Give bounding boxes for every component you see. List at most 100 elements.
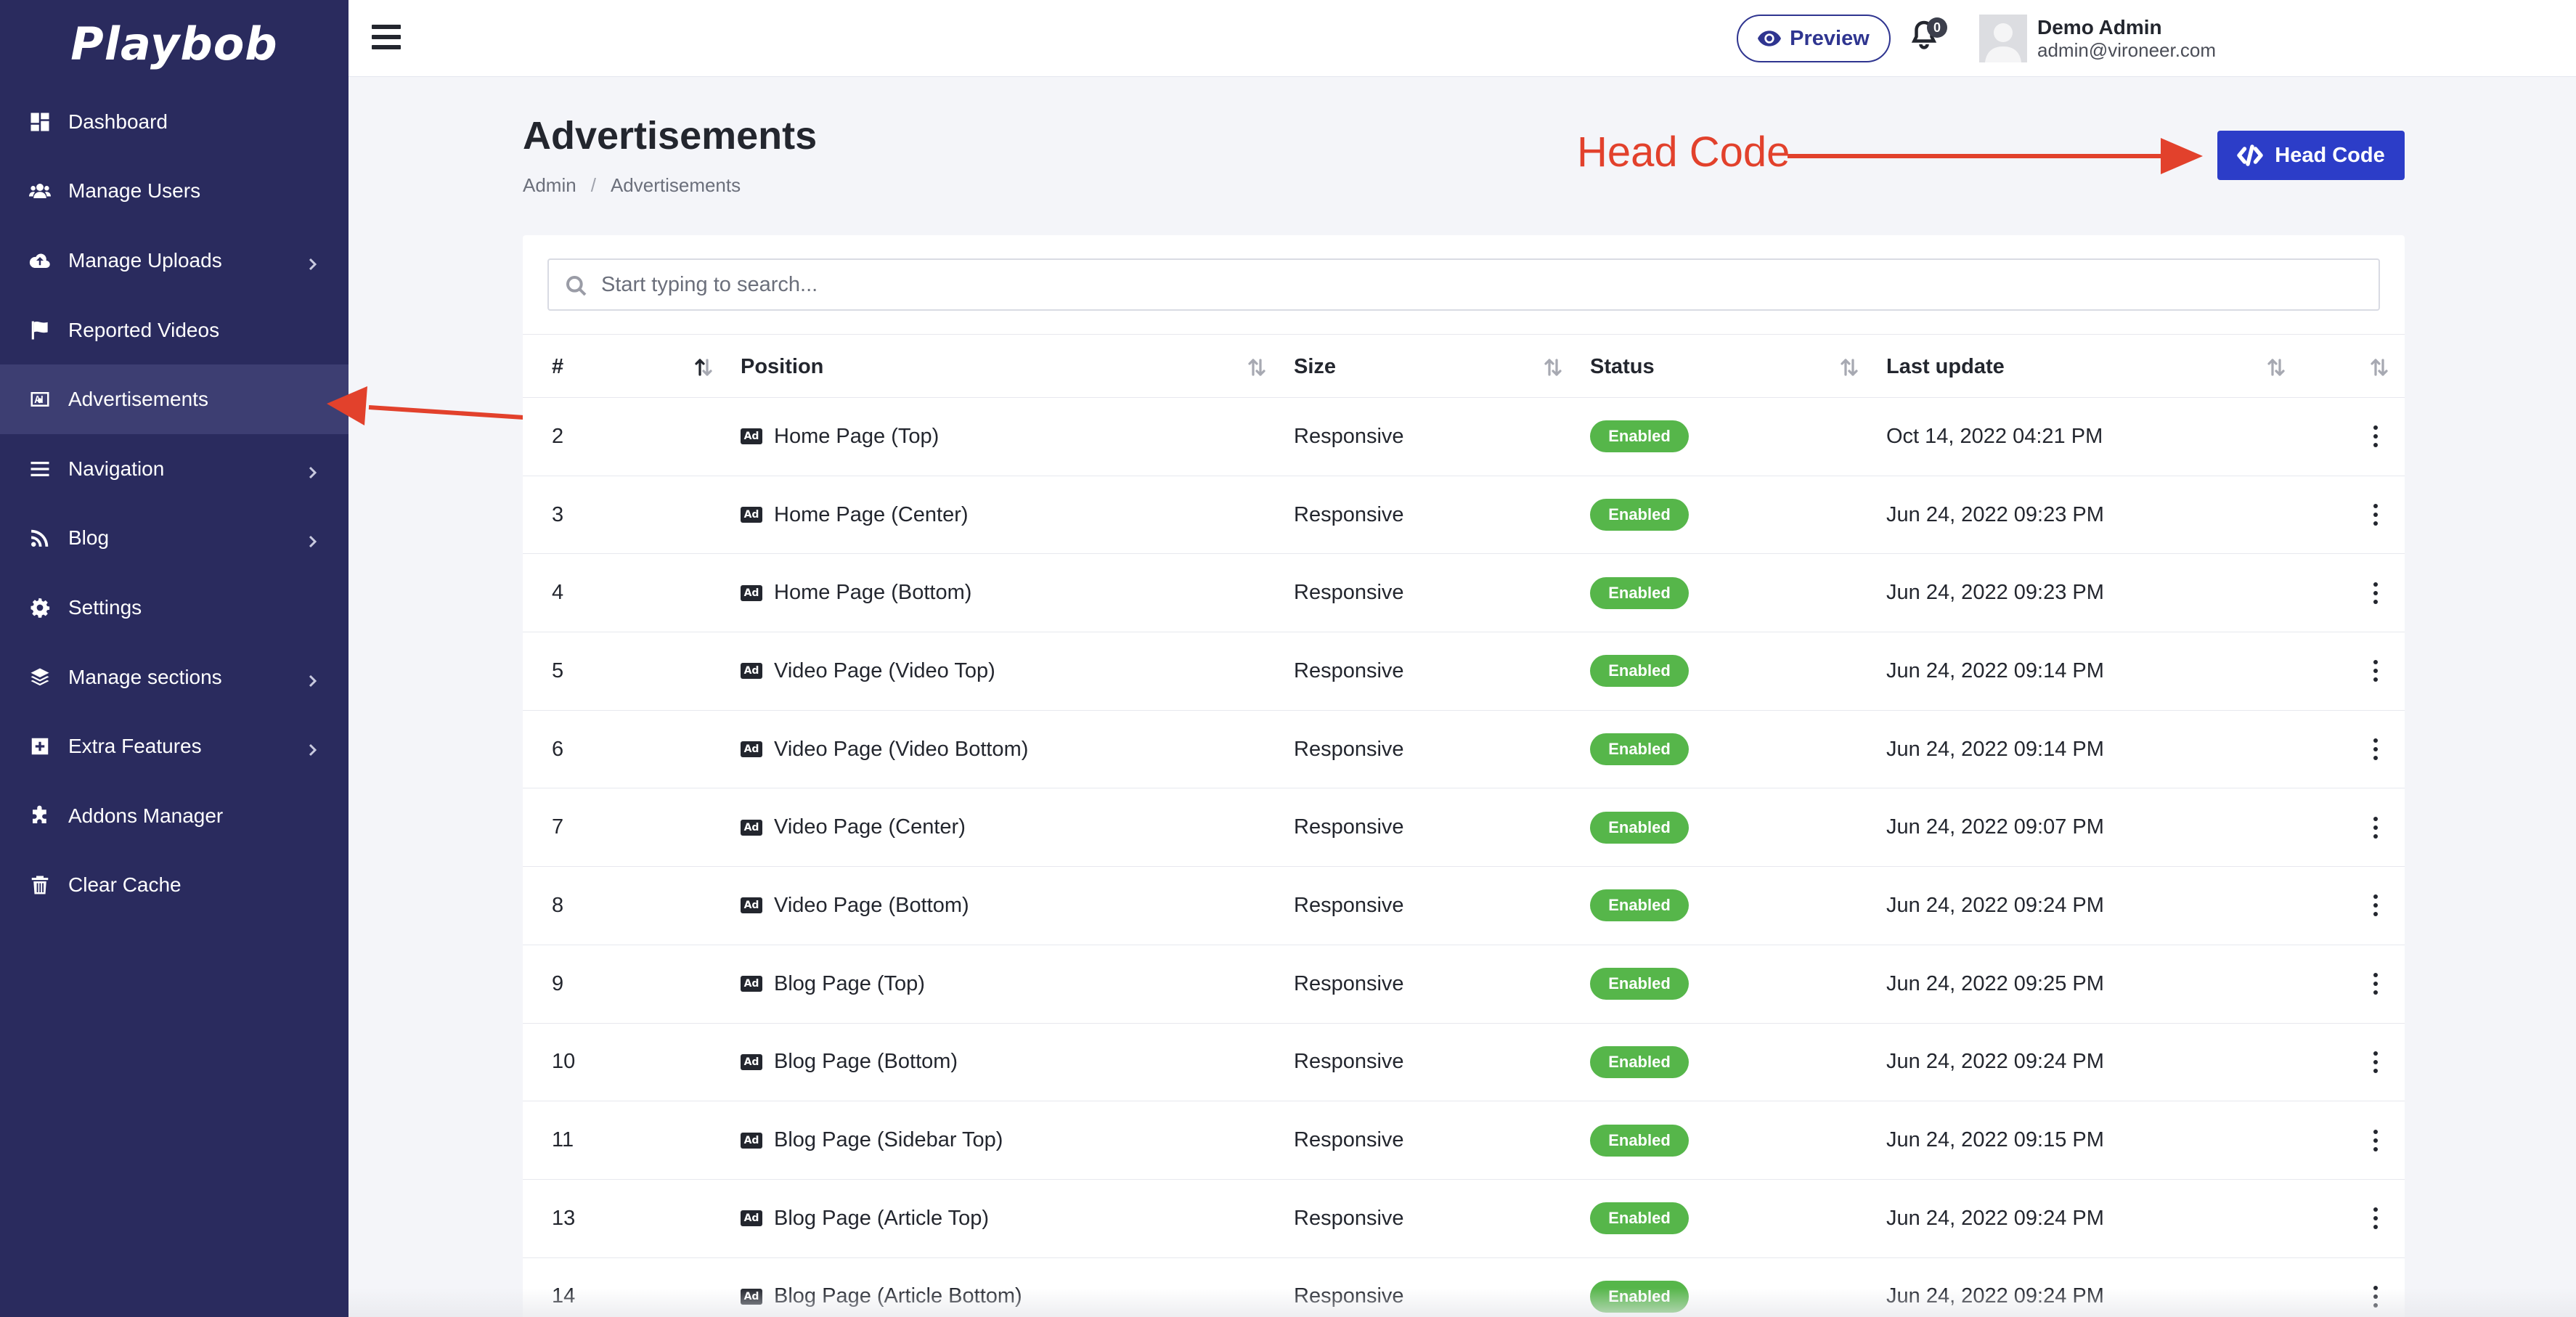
chevron-right-icon[interactable] (305, 531, 319, 548)
row-actions-menu[interactable] (2372, 945, 2379, 1023)
column-header-size[interactable]: Size (1294, 335, 1336, 399)
row-actions-menu[interactable] (2372, 1024, 2379, 1101)
sidebar-item-label: Manage Uploads (68, 248, 222, 272)
row-size: Responsive (1294, 893, 1404, 917)
row-last-update: Jun 24, 2022 09:14 PM (1886, 658, 2104, 682)
sidebar-item-addons-manager[interactable]: Addons Manager (0, 781, 349, 851)
kebab-menu-icon[interactable] (2372, 894, 2379, 917)
chevron-right-icon[interactable] (305, 253, 319, 271)
sidebar-item-manage-sections[interactable]: Manage sections (0, 643, 349, 712)
kebab-menu-icon[interactable] (2372, 816, 2379, 839)
preview-label: Preview (1790, 26, 1870, 50)
avatar[interactable] (1979, 15, 2027, 62)
ad-icon: Ad (741, 584, 762, 601)
row-position: Video Page (Center) (774, 815, 966, 839)
row-size: Responsive (1294, 424, 1404, 448)
sidebar-item-clear-cache[interactable]: Clear Cache (0, 851, 349, 921)
sidebar-item-settings[interactable]: Settings (0, 573, 349, 643)
sidebar-item-reported-videos[interactable]: Reported Videos (0, 295, 349, 365)
row-position-cell: Ad Blog Page (Article Top) (741, 1180, 989, 1257)
sort-icon-last-update[interactable] (2265, 356, 2287, 378)
ad-icon: Ad (741, 819, 762, 836)
sort-icon-position[interactable] (1246, 356, 1268, 378)
row-actions-menu[interactable] (2372, 398, 2379, 476)
sidebar-item-advertisements[interactable]: Advertisements (0, 364, 349, 434)
kebab-menu-icon[interactable] (2372, 425, 2379, 448)
row-position-cell: Ad Video Page (Center) (741, 788, 966, 866)
row-position: Home Page (Bottom) (774, 581, 972, 605)
row-actions-menu[interactable] (2372, 788, 2379, 866)
sort-icon-id[interactable] (693, 356, 714, 378)
table-row: 9 Ad Blog Page (Top) Responsive Enabled Jun 2… (523, 945, 2405, 1024)
user-name[interactable]: Demo Admin (2037, 16, 2162, 39)
row-last-update: Jun 24, 2022 09:23 PM (1886, 581, 2104, 605)
row-status-cell: Enabled (1590, 398, 1689, 476)
users-icon (28, 179, 52, 203)
chevron-right-icon[interactable] (305, 462, 319, 478)
sort-icon-size[interactable] (1542, 356, 1564, 378)
row-id: 7 (552, 815, 564, 839)
row-actions-menu[interactable] (2372, 476, 2379, 554)
sidebar-item-label: Advertisements (68, 388, 208, 411)
status-badge: Enabled (1590, 420, 1689, 453)
trash-icon (28, 873, 52, 897)
menu-toggle-icon[interactable] (372, 25, 401, 51)
table-header: # Position Size Status Last update (523, 334, 2405, 398)
sort-icon-status[interactable] (1838, 356, 1860, 378)
chevron-right-icon[interactable] (305, 739, 319, 757)
sidebar-item-navigation[interactable]: Navigation (0, 434, 349, 504)
row-id: 4 (552, 581, 564, 605)
row-position: Blog Page (Bottom) (774, 1050, 958, 1074)
row-actions-menu[interactable] (2372, 1258, 2379, 1317)
row-size: Responsive (1294, 1284, 1404, 1308)
app-logo[interactable]: Playbob (0, 0, 349, 87)
row-actions-menu[interactable] (2372, 554, 2379, 632)
kebab-menu-icon[interactable] (2372, 1207, 2379, 1230)
row-position-cell: Ad Blog Page (Sidebar Top) (741, 1101, 1003, 1179)
row-actions-menu[interactable] (2372, 867, 2379, 945)
kebab-menu-icon[interactable] (2372, 1285, 2379, 1308)
kebab-menu-icon[interactable] (2372, 738, 2379, 761)
sidebar-item-manage-uploads[interactable]: Manage Uploads (0, 226, 349, 295)
column-header-position[interactable]: Position (741, 335, 823, 399)
head-code-button[interactable]: Head Code (2217, 131, 2405, 180)
search-input[interactable] (601, 272, 2379, 297)
kebab-menu-icon[interactable] (2372, 504, 2379, 526)
row-status-cell: Enabled (1590, 945, 1689, 1023)
row-last-update: Jun 24, 2022 09:25 PM (1886, 971, 2104, 995)
row-position-cell: Ad Home Page (Bottom) (741, 554, 971, 632)
annotation-label: Head Code (1577, 129, 1790, 176)
row-actions-menu[interactable] (2372, 632, 2379, 710)
ad-icon: Ad (741, 1053, 762, 1070)
row-id: 6 (552, 737, 564, 761)
row-size: Responsive (1294, 971, 1404, 995)
dashboard-icon (28, 110, 52, 134)
row-status-cell: Enabled (1590, 867, 1689, 945)
column-header-status[interactable]: Status (1590, 335, 1655, 399)
kebab-menu-icon[interactable] (2372, 582, 2379, 604)
sidebar-item-manage-users[interactable]: Manage Users (0, 157, 349, 227)
breadcrumb-admin[interactable]: Admin (523, 174, 576, 196)
sidebar-item-extra-features[interactable]: Extra Features (0, 711, 349, 781)
row-position: Home Page (Center) (774, 502, 969, 526)
row-actions-menu[interactable] (2372, 711, 2379, 788)
row-actions-menu[interactable] (2372, 1101, 2379, 1179)
column-header-id[interactable]: # (552, 335, 563, 399)
column-header-last-update[interactable]: Last update (1886, 335, 2005, 399)
row-actions-menu[interactable] (2372, 1180, 2379, 1257)
kebab-menu-icon[interactable] (2372, 973, 2379, 995)
preview-button[interactable]: Preview (1737, 15, 1891, 62)
sidebar-item-blog[interactable]: Blog (0, 504, 349, 574)
sidebar-item-dashboard[interactable]: Dashboard (0, 87, 349, 157)
breadcrumb-separator: / (590, 174, 596, 196)
notification-count-badge: 0 (1927, 17, 1947, 38)
kebab-menu-icon[interactable] (2372, 1129, 2379, 1151)
row-status-cell: Enabled (1590, 632, 1689, 710)
sort-icon-actions[interactable] (2368, 356, 2390, 378)
row-last-update: Jun 24, 2022 09:24 PM (1886, 893, 2104, 917)
chevron-right-icon[interactable] (305, 670, 319, 687)
kebab-menu-icon[interactable] (2372, 1051, 2379, 1073)
kebab-menu-icon[interactable] (2372, 660, 2379, 682)
table-row: 2 Ad Home Page (Top) Responsive Enabled Oct 1… (523, 398, 2405, 476)
row-status-cell: Enabled (1590, 1258, 1689, 1317)
